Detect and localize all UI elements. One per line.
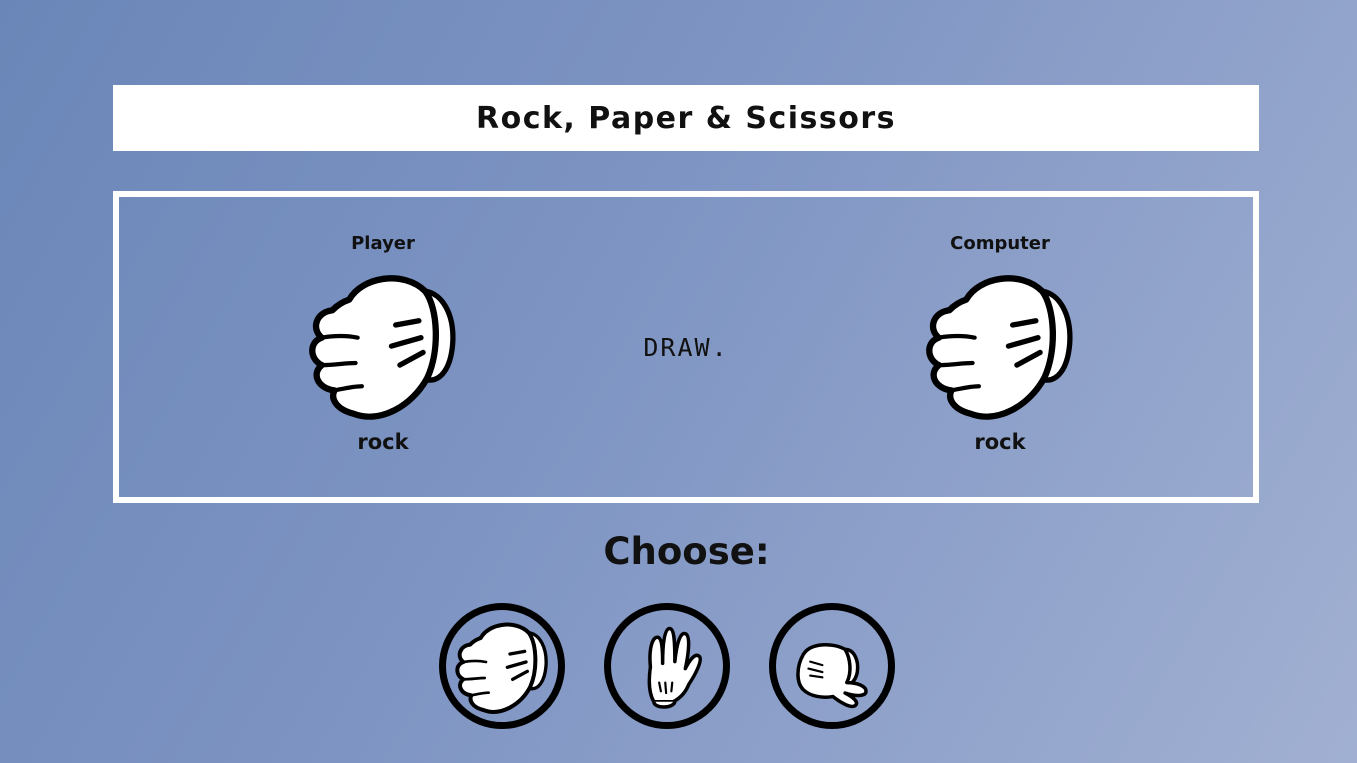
- choose-heading: Choose:: [603, 530, 770, 573]
- scissors-glove-icon: [796, 642, 868, 709]
- paper-button[interactable]: [604, 603, 730, 729]
- rock-button[interactable]: [439, 603, 565, 729]
- player-rock-glove-icon: [299, 268, 467, 420]
- result-text: DRAW.: [643, 333, 729, 362]
- computer-panel: Computer rock: [900, 232, 1100, 454]
- player-label: Player: [351, 233, 415, 254]
- player-panel: Player rock: [283, 232, 483, 454]
- paper-glove-icon: [647, 626, 702, 709]
- choice-buttons: [439, 603, 895, 729]
- computer-label: Computer: [950, 233, 1050, 254]
- page-title: Rock, Paper & Scissors: [475, 100, 897, 136]
- title-bar: Rock, Paper & Scissors: [113, 85, 1259, 151]
- game-arena: Player rock DRAW. Computer rock: [113, 191, 1259, 503]
- scissors-button[interactable]: [769, 603, 895, 729]
- player-choice-label: rock: [357, 430, 409, 454]
- rock-glove-icon: [455, 622, 549, 714]
- computer-choice-label: rock: [974, 430, 1026, 454]
- computer-rock-glove-icon: [916, 268, 1084, 420]
